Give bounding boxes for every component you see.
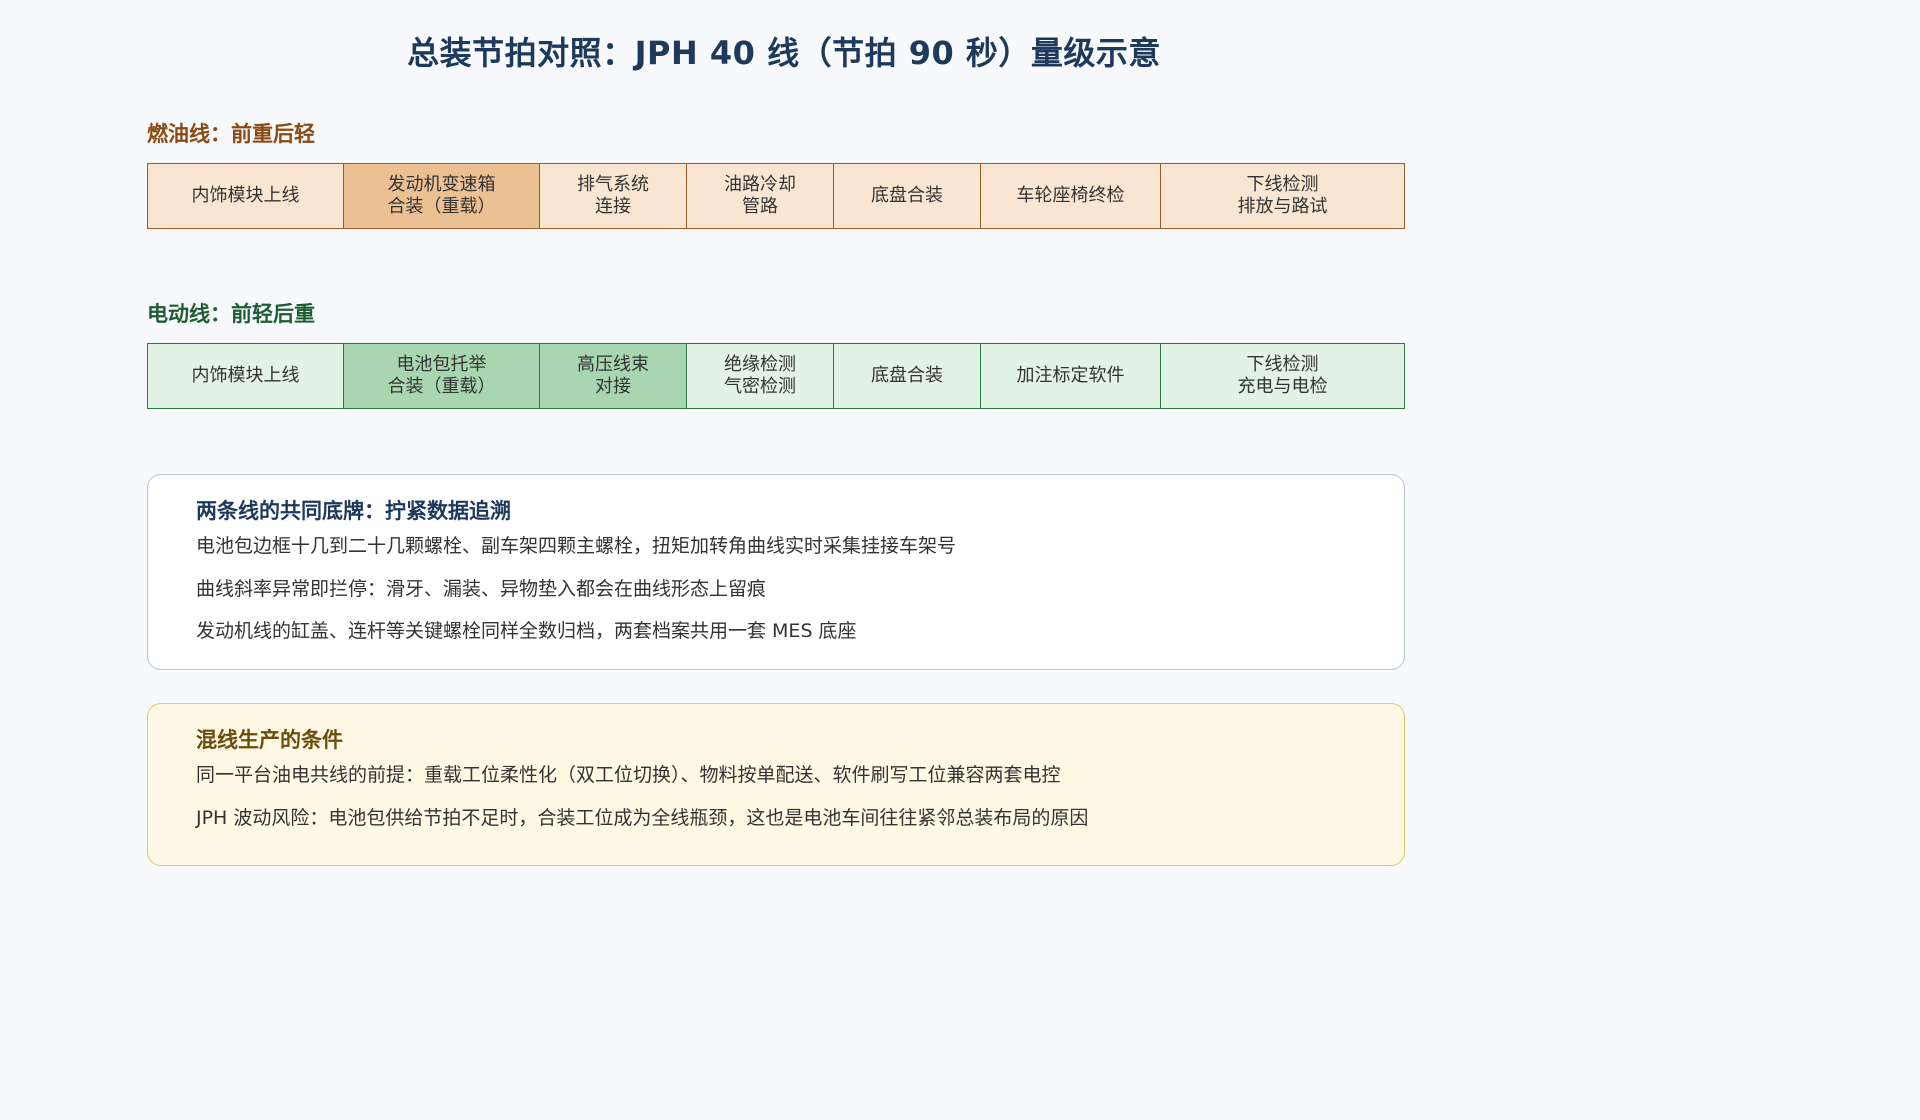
ev-station-insulation-leak: 绝缘检测 气密检测	[687, 344, 834, 408]
common-box-line: 曲线斜率异常即拦停：滑牙、漏装、异物垫入都会在曲线形态上留痕	[196, 577, 767, 600]
fuel-station-exhaust: 排气系统 连接	[540, 164, 687, 228]
mixed-production-box: 混线生产的条件 同一平台油电共线的前提：重载工位柔性化（双工位切换）、物料按单配…	[147, 703, 1405, 866]
fuel-station-wheels-seats: 车轮座椅终检	[981, 164, 1161, 228]
ev-line-label: 电动线：前轻后重	[147, 302, 315, 326]
ev-station-chassis: 底盘合装	[834, 344, 981, 408]
page-title: 总装节拍对照：JPH 40 线（节拍 90 秒）量级示意	[407, 34, 1161, 72]
common-box-title: 两条线的共同底牌：拧紧数据追溯	[196, 499, 511, 523]
ev-line-stations: 内饰模块上线 电池包托举 合装（重载） 高压线束 对接 绝缘检测 气密检测 底盘…	[147, 343, 1405, 409]
ev-station-battery-marriage: 电池包托举 合装（重载）	[344, 344, 540, 408]
common-box-line: 电池包边框十几到二十几颗螺栓、副车架四颗主螺栓，扭矩加转角曲线实时采集挂接车架号	[196, 535, 957, 557]
mixed-box-line: 同一平台油电共线的前提：重载工位柔性化（双工位切换）、物料按单配送、软件刷写工位…	[196, 764, 1061, 786]
mixed-box-title: 混线生产的条件	[196, 728, 343, 752]
ev-station-interior: 内饰模块上线	[148, 344, 344, 408]
fuel-line-label: 燃油线：前重后轻	[147, 122, 315, 146]
ev-station-hv-harness: 高压线束 对接	[540, 344, 687, 408]
fuel-station-end-of-line: 下线检测 排放与路试	[1161, 164, 1404, 228]
fuel-station-fuel-cooling: 油路冷却 管路	[687, 164, 834, 228]
fuel-station-chassis: 底盘合装	[834, 164, 981, 228]
fuel-station-interior: 内饰模块上线	[148, 164, 344, 228]
fuel-station-engine-marriage: 发动机变速箱 合装（重载）	[344, 164, 540, 228]
fuel-line-stations: 内饰模块上线 发动机变速箱 合装（重载） 排气系统 连接 油路冷却 管路 底盘合…	[147, 163, 1405, 229]
ev-station-end-of-line: 下线检测 充电与电检	[1161, 344, 1404, 408]
common-box-line: 发动机线的缸盖、连杆等关键螺栓同样全数归档，两套档案共用一套 MES 底座	[196, 620, 857, 642]
mixed-box-line: JPH 波动风险：电池包供给节拍不足时，合装工位成为全线瓶颈，这也是电池车间往往…	[196, 806, 1089, 829]
ev-station-fill-calibrate: 加注标定软件	[981, 344, 1161, 408]
common-traceability-box: 两条线的共同底牌：拧紧数据追溯 电池包边框十几到二十几颗螺栓、副车架四颗主螺栓，…	[147, 474, 1405, 670]
